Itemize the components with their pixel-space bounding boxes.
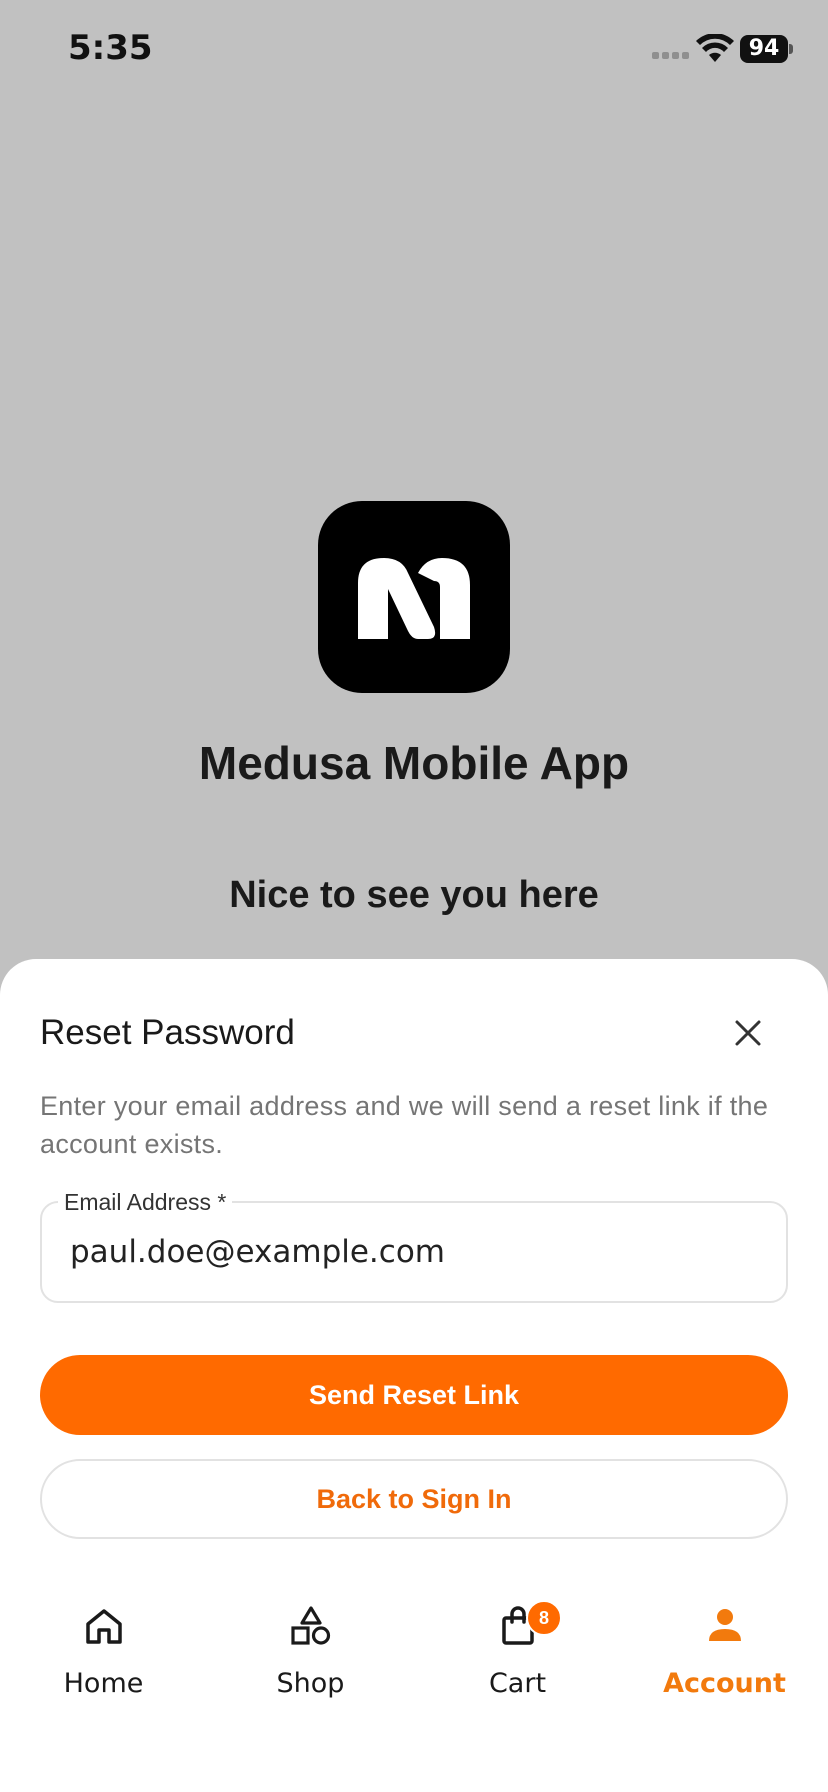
app-title: Medusa Mobile App <box>198 737 630 789</box>
send-reset-link-button[interactable]: Send Reset Link <box>40 1355 788 1435</box>
status-time: 5:35 <box>68 28 153 68</box>
medusa-m-logo-icon <box>318 501 510 693</box>
cellular-signal-icon <box>652 52 689 59</box>
battery-cap <box>789 44 793 54</box>
email-field[interactable]: Email Address * <box>40 1189 788 1303</box>
cart-count-badge: 8 <box>526 1600 562 1636</box>
status-bar: 5:35 94 <box>0 0 828 100</box>
sheet-title: Reset Password <box>40 1013 295 1052</box>
user-icon <box>709 1609 741 1641</box>
greeting-heading: Nice to see you here <box>229 874 599 916</box>
tab-home[interactable]: Home <box>0 1580 207 1700</box>
close-button[interactable] <box>728 1013 768 1053</box>
tab-label: Account <box>663 1668 786 1699</box>
tab-label: Shop <box>276 1668 345 1699</box>
tab-account[interactable]: Account <box>621 1580 828 1700</box>
email-input[interactable] <box>70 1227 760 1277</box>
tab-label: Cart <box>488 1668 547 1699</box>
back-to-sign-in-button[interactable]: Back to Sign In <box>40 1459 788 1539</box>
sheet-description: Enter your email address and we will sen… <box>40 1091 769 1159</box>
tab-label: Home <box>63 1668 144 1699</box>
screen: 5:35 94 Medusa Mobile App Nice to see yo… <box>0 0 828 1792</box>
close-icon <box>735 1020 761 1046</box>
wifi-icon <box>696 34 734 62</box>
shapes-icon <box>291 1606 331 1645</box>
email-field-label: Email Address * <box>58 1189 233 1215</box>
bottom-tab-bar: Home Shop Cart 8 Account <box>0 1580 828 1700</box>
battery-icon: 94 <box>740 35 788 63</box>
tab-cart[interactable]: Cart <box>414 1580 621 1700</box>
tab-shop[interactable]: Shop <box>207 1580 414 1700</box>
home-icon <box>86 1609 122 1644</box>
